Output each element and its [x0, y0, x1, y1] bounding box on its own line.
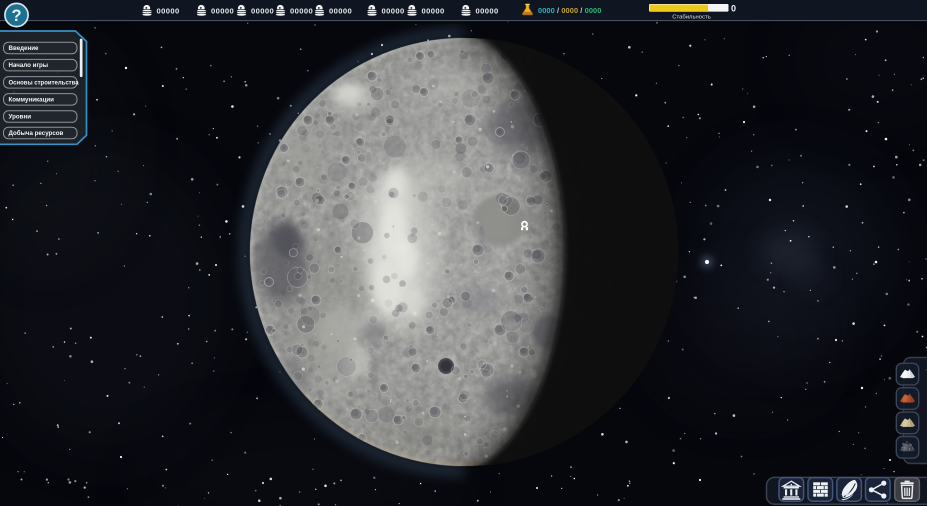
- svg-text:00000: 00000: [157, 6, 180, 15]
- svg-text:Коммуникации: Коммуникации: [9, 96, 55, 103]
- svg-text:Добыча ресурсов: Добыча ресурсов: [9, 130, 64, 137]
- svg-text:00000: 00000: [211, 6, 234, 15]
- svg-text:Уровни: Уровни: [9, 114, 32, 121]
- svg-text:0000 / 0000 / 0000: 0000 / 0000 / 0000: [538, 6, 601, 15]
- svg-text:Основы строительства: Основы строительства: [9, 80, 80, 86]
- svg-text:00000: 00000: [290, 6, 313, 15]
- svg-text:00000: 00000: [329, 6, 352, 15]
- svg-text:00000: 00000: [251, 6, 274, 15]
- svg-text:Введение: Введение: [9, 45, 40, 52]
- svg-text:?: ?: [11, 7, 21, 25]
- svg-text:Стабильность: Стабильность: [672, 15, 711, 21]
- svg-text:00000: 00000: [422, 6, 445, 15]
- svg-text:00000: 00000: [476, 6, 499, 15]
- svg-text:00000: 00000: [382, 6, 405, 15]
- svg-text:Начало игры: Начало игры: [9, 62, 49, 69]
- svg-text:0: 0: [731, 4, 736, 14]
